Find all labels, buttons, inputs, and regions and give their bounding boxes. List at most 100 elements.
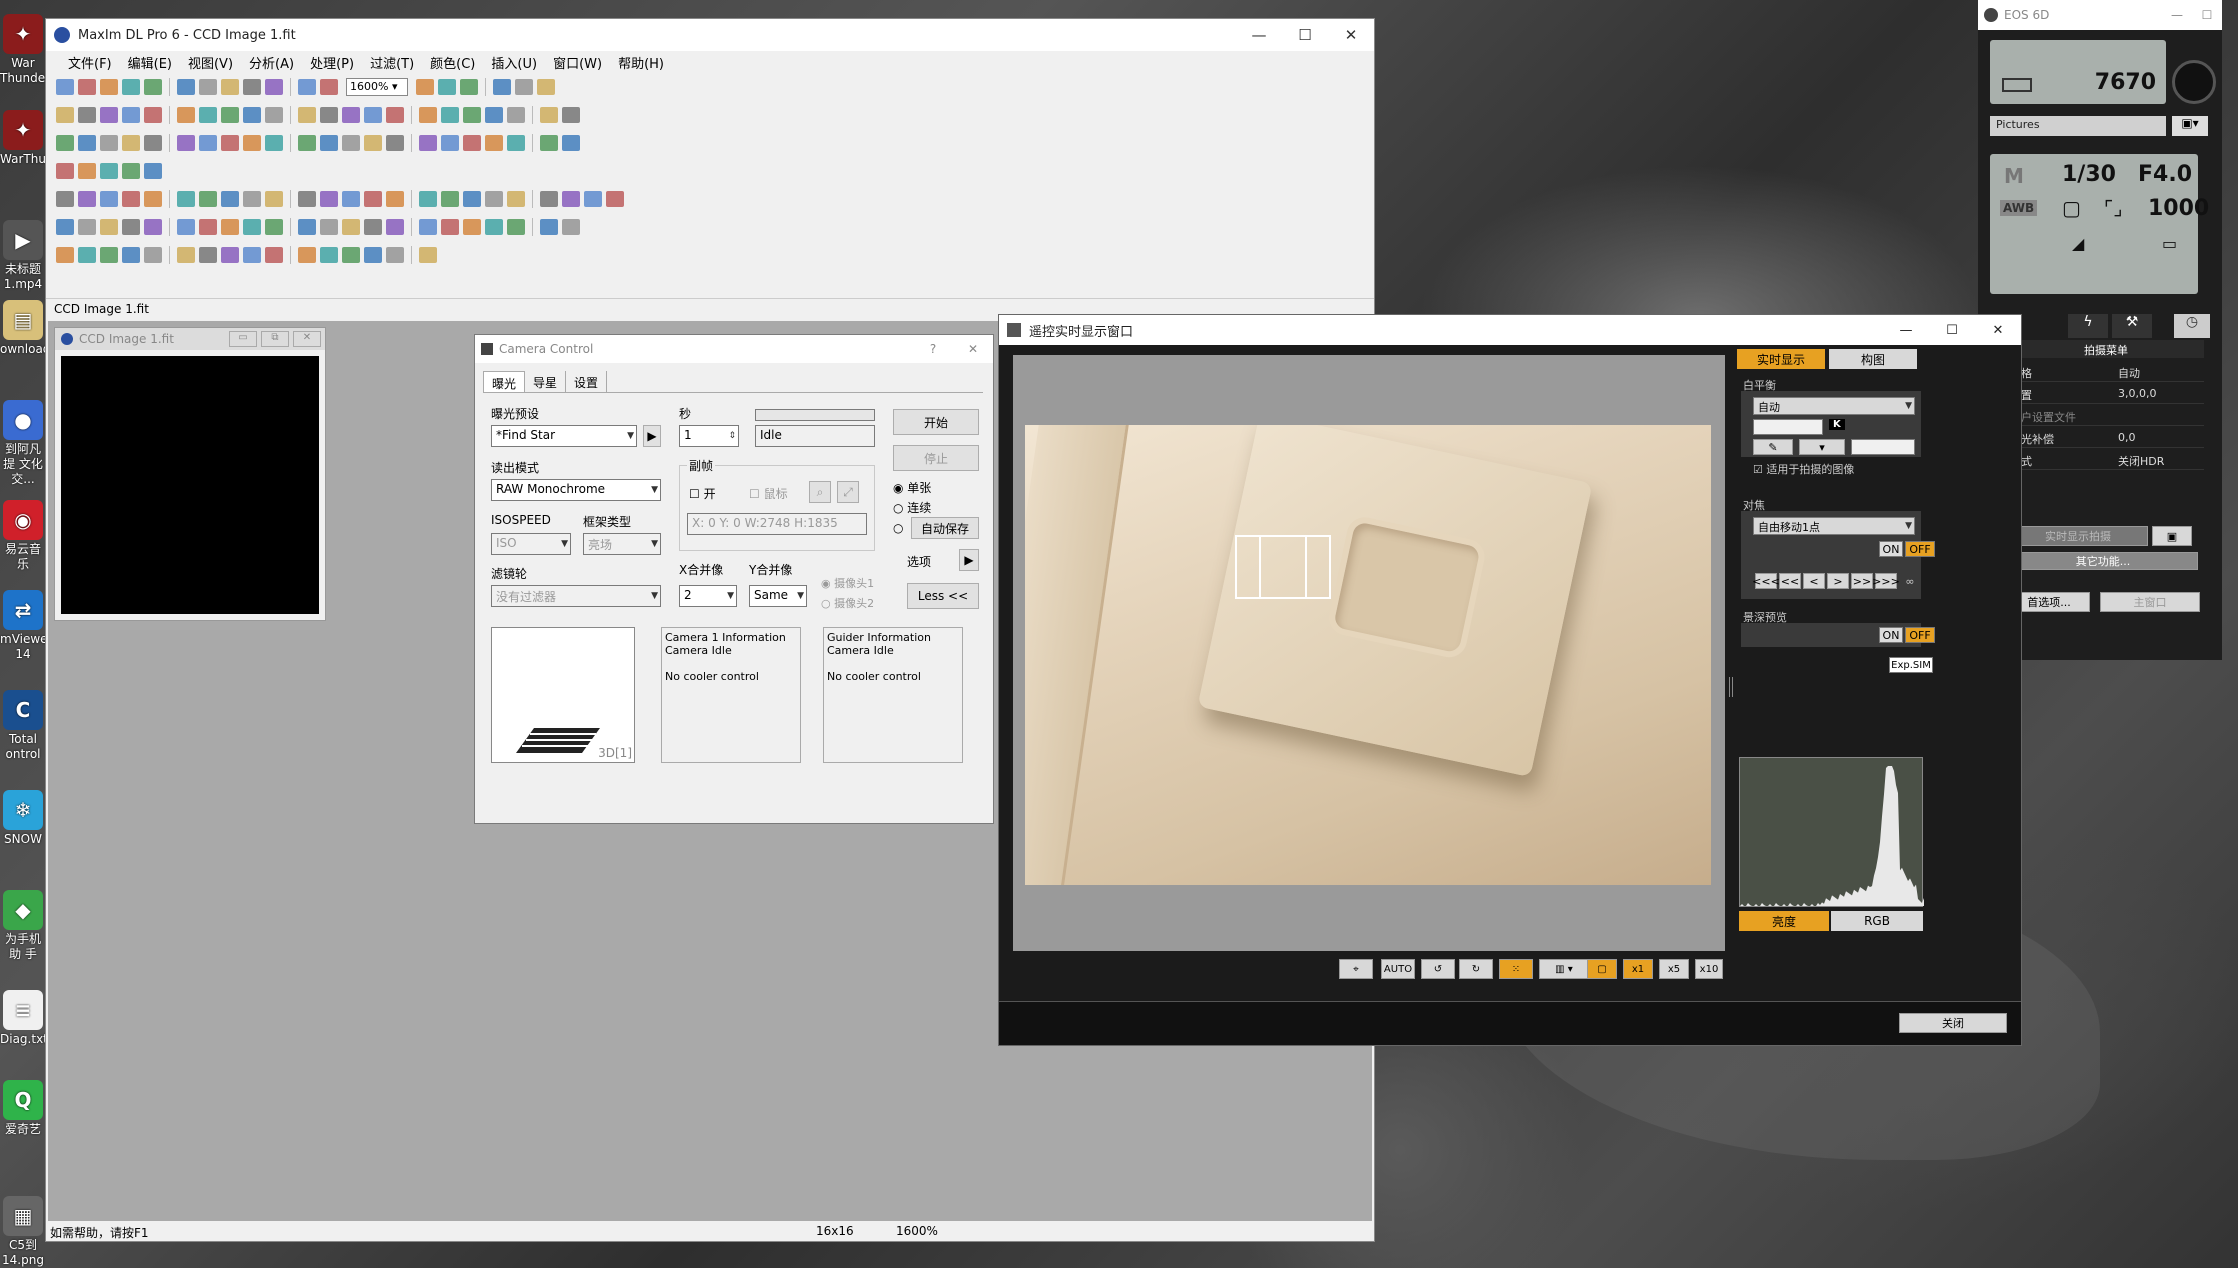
aspect-icon[interactable]: ▥ ▾ — [1539, 959, 1589, 979]
live-image[interactable] — [1025, 425, 1711, 885]
toolbar-tool-icon[interactable] — [221, 191, 239, 207]
toolbar-tool-icon[interactable] — [507, 191, 525, 207]
toolbar-tool-icon[interactable] — [485, 191, 503, 207]
desktop-icon[interactable]: ❄ SNOW — [0, 790, 46, 847]
toolbar-tool-icon[interactable] — [342, 135, 360, 151]
toolbar-tool-icon[interactable] — [78, 247, 96, 263]
quality-icon[interactable]: ▭ — [2162, 234, 2177, 253]
eos-maximize-icon[interactable]: ☐ — [2192, 8, 2222, 22]
toolbar-tool-icon[interactable] — [320, 247, 338, 263]
toolbar-tool-icon[interactable] — [221, 247, 239, 263]
desktop-icon[interactable]: ✦ WarThun... — [0, 110, 65, 167]
dof-off-button[interactable]: OFF — [1905, 627, 1935, 643]
options-arrow-button[interactable]: ▶ — [959, 549, 979, 571]
tab-composition[interactable]: 构图 — [1829, 349, 1917, 369]
toolbar-tool-icon[interactable] — [144, 163, 162, 179]
subframe-on-checkbox[interactable]: ☐ 开 — [689, 485, 716, 502]
rotate-right-icon[interactable]: ↻ — [1459, 959, 1493, 979]
child-restore-icon[interactable]: ⧉ — [261, 331, 289, 347]
toolbar-tool-icon[interactable] — [298, 79, 316, 95]
toolbar-tool-icon[interactable] — [540, 135, 558, 151]
maxim-titlebar[interactable]: MaxIm DL Pro 6 - CCD Image 1.fit — ☐ ✕ — [46, 19, 1374, 51]
toolbar-tool-icon[interactable] — [342, 107, 360, 123]
toolbar-tool-icon[interactable] — [221, 79, 239, 95]
awb-value[interactable]: AWB — [2000, 200, 2038, 216]
toolbar-tool-icon[interactable] — [199, 135, 217, 151]
toolbar-tool-icon[interactable] — [419, 247, 437, 263]
child-close-icon[interactable]: ✕ — [293, 331, 321, 347]
toolbar-tool-icon[interactable] — [56, 191, 74, 207]
subframe-mouse-checkbox[interactable]: ☐ 鼠标 — [749, 485, 788, 502]
ccd-image-canvas[interactable] — [61, 356, 319, 614]
auto-icon[interactable]: AUTO — [1381, 959, 1415, 979]
timer-icon[interactable]: ◷ — [2174, 314, 2210, 338]
toolbar-tool-icon[interactable] — [56, 135, 74, 151]
camera-close-icon[interactable]: ✕ — [953, 342, 993, 356]
toolbar-tool-icon[interactable] — [463, 135, 481, 151]
toolbar-tool-icon[interactable] — [56, 79, 74, 95]
apply-checkbox[interactable]: ☑ 适用于拍摄的图像 — [1753, 461, 1854, 477]
toolbar-tool-icon[interactable] — [199, 191, 217, 207]
toolbar-tool-icon[interactable] — [320, 191, 338, 207]
crosshair-icon[interactable]: ⌖ — [1339, 959, 1373, 979]
toolbar-tool-icon[interactable] — [78, 79, 96, 95]
rotate-left-icon[interactable]: ↺ — [1421, 959, 1455, 979]
desktop-icon[interactable]: ▶ 未标题 1.mp4 — [0, 220, 46, 292]
toolbar-tool-icon[interactable] — [562, 135, 580, 151]
toolbar-tool-icon[interactable] — [100, 163, 118, 179]
toolbar-tool-icon[interactable] — [386, 247, 404, 263]
toolbar-tool-icon[interactable] — [298, 135, 316, 151]
toolbar-tool-icon[interactable] — [540, 191, 558, 207]
toolbar-tool-icon[interactable] — [507, 107, 525, 123]
toolbar-tool-icon[interactable] — [243, 135, 261, 151]
menu-item[interactable]: 编辑(E) — [120, 53, 180, 72]
af-mode-select[interactable]: 自由移动1点 ▼ — [1753, 517, 1915, 535]
af-on-button[interactable]: ON — [1879, 541, 1903, 557]
menu-item[interactable]: 文件(F) — [60, 53, 120, 72]
desktop-icon[interactable]: ≡ Diag.txt — [0, 990, 48, 1047]
maximize-icon[interactable]: ☐ — [1282, 19, 1328, 51]
focus-step-button[interactable]: > — [1827, 573, 1849, 589]
toolbar-tool-icon[interactable] — [419, 191, 437, 207]
subframe-select-icon[interactable]: ⌕ — [809, 481, 831, 503]
toolbar-tool-icon[interactable] — [78, 135, 96, 151]
toolbar-tool-icon[interactable] — [199, 247, 217, 263]
other-functions-button[interactable]: 其它功能... — [2008, 552, 2198, 570]
toolbar-tool-icon[interactable] — [342, 219, 360, 235]
focus-step-button[interactable]: >> — [1851, 573, 1873, 589]
menu-item[interactable]: 视图(V) — [180, 53, 241, 72]
toolbar-tool-icon[interactable] — [416, 79, 434, 95]
toolbar-tool-icon[interactable] — [144, 219, 162, 235]
toolbar-tool-icon[interactable] — [441, 107, 459, 123]
toolbar-tool-icon[interactable] — [386, 191, 404, 207]
menu-row[interactable]: 用户设置文件 — [2008, 406, 2204, 426]
toolbar-tool-icon[interactable] — [177, 191, 195, 207]
camera1-radio[interactable]: ◉ 摄像头1 — [821, 575, 874, 591]
menu-item[interactable]: 颜色(C) — [422, 53, 483, 72]
desktop-icon[interactable]: ▦ C5到 14.png — [0, 1196, 46, 1268]
toolbar-tool-icon[interactable] — [493, 79, 511, 95]
desktop-icon[interactable]: ● 到阿凡提 文化交... — [0, 400, 46, 487]
focus-step-button[interactable]: < — [1803, 573, 1825, 589]
toolbar-tool-icon[interactable] — [364, 135, 382, 151]
toolbar-tool-icon[interactable] — [78, 107, 96, 123]
toolbar-tool-icon[interactable] — [562, 107, 580, 123]
tools-icon[interactable]: ⚒ — [2112, 314, 2152, 338]
toolbar-tool-icon[interactable] — [78, 191, 96, 207]
desktop-icon[interactable]: ▤ ownload — [0, 300, 50, 357]
toolbar-tool-icon[interactable] — [441, 191, 459, 207]
toolbar-tool-icon[interactable] — [485, 135, 503, 151]
tab-exposure[interactable]: 曝光 — [483, 371, 526, 392]
preset-arrow-button[interactable]: ▶ — [643, 425, 661, 447]
toolbar-tool-icon[interactable] — [243, 79, 261, 95]
ccd-child-titlebar[interactable]: CCD Image 1.fit ▭ ⧉ ✕ — [55, 328, 325, 350]
camera2-radio[interactable]: ○ 摄像头2 — [821, 595, 874, 611]
mode-value[interactable]: M — [2004, 164, 2024, 188]
wb-select[interactable]: 自动 ▼ — [1753, 397, 1915, 415]
subframe-full-icon[interactable]: ⤢ — [837, 481, 859, 503]
drive-icon[interactable]: ▢ — [2062, 196, 2081, 220]
eos-titlebar[interactable]: EOS 6D — ☐ — [1978, 0, 2222, 30]
toolbar-tool-icon[interactable] — [100, 191, 118, 207]
seconds-input[interactable]: 1 ⇕ — [679, 425, 739, 447]
toolbar-tool-icon[interactable] — [100, 107, 118, 123]
